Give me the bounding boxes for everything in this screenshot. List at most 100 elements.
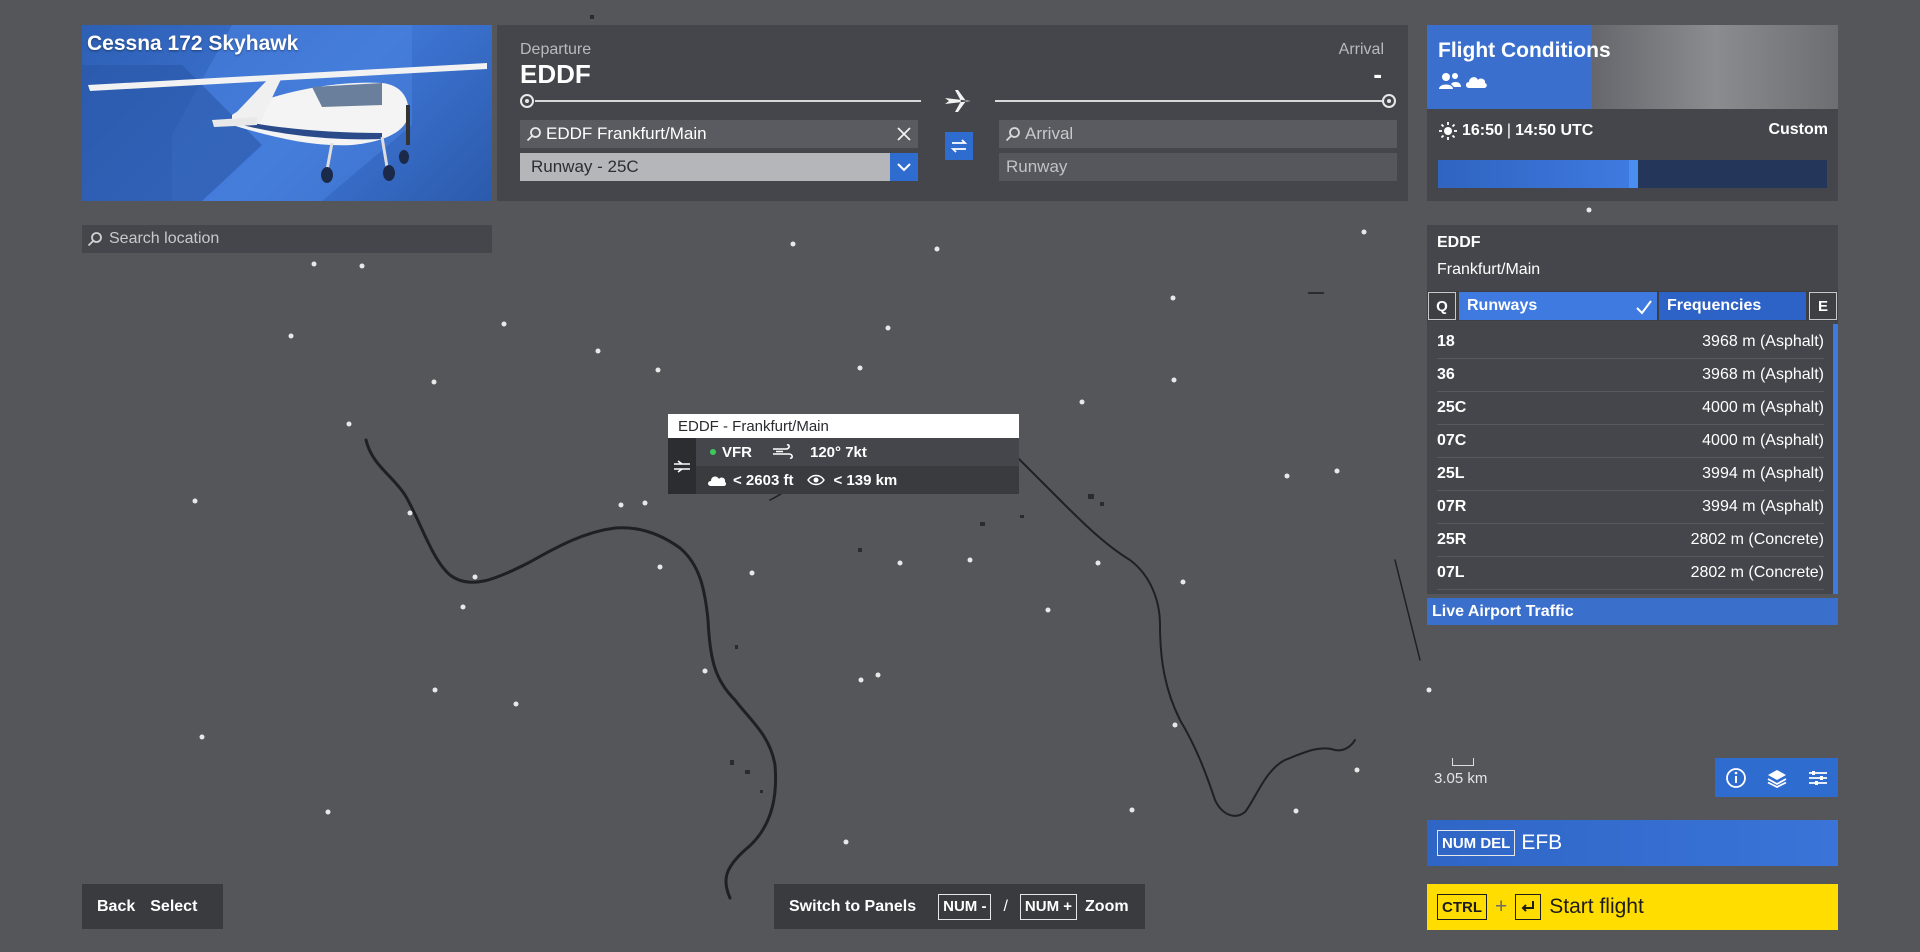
conditions-time: 16:50 | 14:50 UTC — [1438, 121, 1593, 141]
ceiling-value: < 2603 ft — [733, 471, 794, 489]
runway-info: 3968 m (Asphalt) — [1702, 333, 1824, 350]
airport-name: Frankfurt/Main — [1437, 261, 1541, 278]
runway-list-scrollbar[interactable] — [1833, 324, 1838, 594]
zoom-label: Zoom — [1085, 897, 1129, 915]
eye-icon — [807, 474, 826, 486]
departure-label: Departure — [520, 41, 592, 58]
departure-search-value: EDDF Frankfurt/Main — [546, 124, 707, 143]
local-time: 16:50 — [1462, 122, 1503, 139]
start-flight-label: Start flight — [1549, 895, 1644, 918]
checkmark-icon — [1636, 300, 1652, 315]
tab-frequencies-label: Frequencies — [1667, 297, 1762, 314]
search-location-input[interactable]: Search location — [82, 225, 492, 253]
runway-id: 25C — [1437, 399, 1467, 416]
aircraft-name: Cessna 172 Skyhawk — [87, 32, 299, 55]
key-plus: + — [1495, 895, 1508, 918]
tooltip-title: EDDF - Frankfurt/Main — [668, 414, 1019, 438]
arrival-marker-icon — [1382, 94, 1396, 108]
key-q-prev-tab[interactable]: Q — [1428, 292, 1456, 320]
search-icon — [1005, 126, 1025, 142]
departure-code: EDDF — [520, 59, 591, 89]
wind-icon — [773, 444, 793, 459]
runway-info: 4000 m (Asphalt) — [1702, 432, 1824, 449]
clear-icon[interactable] — [896, 126, 912, 147]
wind-value: 120° 7kt — [810, 443, 867, 461]
airport-header: EDDF Frankfurt/Main — [1427, 225, 1838, 291]
runway-id: 07R — [1437, 498, 1467, 515]
scale-bar — [1452, 758, 1474, 766]
tooltip-row-wind: VFR 120° 7kt — [696, 438, 1019, 466]
flight-conditions-panel[interactable]: Flight Conditions 16:50 | 14:50 UTC Cust… — [1427, 25, 1838, 201]
runway-row[interactable]: 18 3968 m (Asphalt) — [1437, 326, 1824, 359]
aircraft-card[interactable]: Cessna 172 Skyhawk — [82, 25, 492, 201]
map-scale: 3.05 km — [1434, 758, 1487, 787]
airport-icao: EDDF — [1437, 234, 1481, 251]
cloud-icon — [1466, 77, 1487, 88]
enter-icon — [1515, 894, 1542, 920]
time-separator: | — [1506, 122, 1512, 139]
runway-id: 18 — [1437, 333, 1455, 350]
runway-info: 3994 m (Asphalt) — [1702, 465, 1824, 482]
tab-frequencies[interactable]: Frequencies — [1659, 292, 1806, 320]
map-town-dots — [192, 207, 1592, 845]
airport-tabs: Q Runways Frequencies E — [1427, 291, 1838, 321]
route-line-right — [995, 100, 1383, 102]
arrival-runway-select[interactable]: Runway — [999, 153, 1397, 181]
runway-row[interactable]: 07L 2802 m (Concrete) — [1437, 557, 1824, 590]
utc-time: 14:50 UTC — [1515, 122, 1594, 139]
visibility-value: < 139 km — [833, 471, 898, 489]
runway-row[interactable]: 25C 4000 m (Asphalt) — [1437, 392, 1824, 425]
select-button[interactable]: Select — [150, 898, 212, 916]
runway-row[interactable]: 07R 3994 m (Asphalt) — [1437, 491, 1824, 524]
runway-row[interactable]: 07C 4000 m (Asphalt) — [1437, 425, 1824, 458]
runway-list[interactable]: 18 3968 m (Asphalt) 36 3968 m (Asphalt) 25C 4… — [1427, 321, 1838, 594]
multiplayer-icon — [1439, 73, 1461, 89]
time-of-day-slider[interactable] — [1438, 160, 1827, 188]
runway-id: 07C — [1437, 432, 1467, 449]
flight-plan-panel: Departure EDDF Arrival - EDDF Frankfurt/… — [497, 25, 1408, 201]
airport-map-tooltip[interactable]: EDDF - Frankfurt/Main VFR 120° 7kt < 260… — [668, 414, 1019, 494]
back-button[interactable]: Back — [82, 898, 150, 916]
swap-route-button[interactable] — [945, 132, 973, 160]
river-main — [364, 438, 1421, 900]
key-num-plus[interactable]: NUM + — [1019, 893, 1078, 920]
key-e-next-tab[interactable]: E — [1809, 292, 1837, 320]
runway-row[interactable]: 36 3968 m (Asphalt) — [1437, 359, 1824, 392]
sun-icon — [1439, 122, 1457, 140]
chevron-down-icon[interactable] — [890, 153, 918, 181]
departure-marker-icon — [520, 94, 534, 108]
info-icon[interactable] — [1725, 767, 1747, 789]
runway-info: 4000 m (Asphalt) — [1702, 399, 1824, 416]
key-num-del: NUM DEL — [1437, 830, 1516, 856]
arrival-label: Arrival — [1338, 41, 1384, 58]
tab-runways[interactable]: Runways — [1459, 292, 1657, 320]
departure-search-input[interactable]: EDDF Frankfurt/Main — [520, 120, 918, 148]
key-num-minus[interactable]: NUM - — [938, 893, 992, 920]
runway-row[interactable]: 25R 2802 m (Concrete) — [1437, 524, 1824, 557]
runway-id: 25R — [1437, 531, 1467, 548]
start-flight-button[interactable]: CTRL + Start flight — [1427, 884, 1838, 930]
key-ctrl: CTRL — [1437, 894, 1487, 920]
conditions-header — [1427, 25, 1838, 109]
arrival-search-placeholder: Arrival — [1025, 124, 1074, 143]
conditions-title: Flight Conditions — [1438, 39, 1611, 62]
efb-button[interactable]: NUM DEL EFB — [1427, 820, 1838, 866]
layers-icon[interactable] — [1766, 767, 1788, 789]
runway-info: 2802 m (Concrete) — [1690, 564, 1824, 581]
scale-label: 3.05 km — [1434, 770, 1488, 787]
search-icon — [87, 231, 109, 247]
runway-info: 3968 m (Asphalt) — [1702, 366, 1824, 383]
live-airport-traffic-button[interactable]: Live Airport Traffic — [1427, 598, 1838, 625]
arrival-search-input[interactable]: Arrival — [999, 120, 1397, 148]
departure-runway-select[interactable]: Runway - 25C — [520, 153, 918, 181]
switch-to-panels-button[interactable]: Switch to Panels — [789, 898, 916, 916]
time-slider-thumb[interactable] — [1628, 160, 1638, 188]
airport-runway-icon — [668, 438, 696, 494]
runway-id: 25L — [1437, 465, 1465, 482]
runway-info: 3994 m (Asphalt) — [1702, 498, 1824, 515]
map-tools — [1715, 758, 1838, 797]
route-line-left — [535, 100, 921, 102]
runway-row[interactable]: 25L 3994 m (Asphalt) — [1437, 458, 1824, 491]
airport-info-panel: EDDF Frankfurt/Main Q Runways Frequencie… — [1427, 225, 1838, 625]
filters-icon[interactable] — [1807, 767, 1829, 789]
